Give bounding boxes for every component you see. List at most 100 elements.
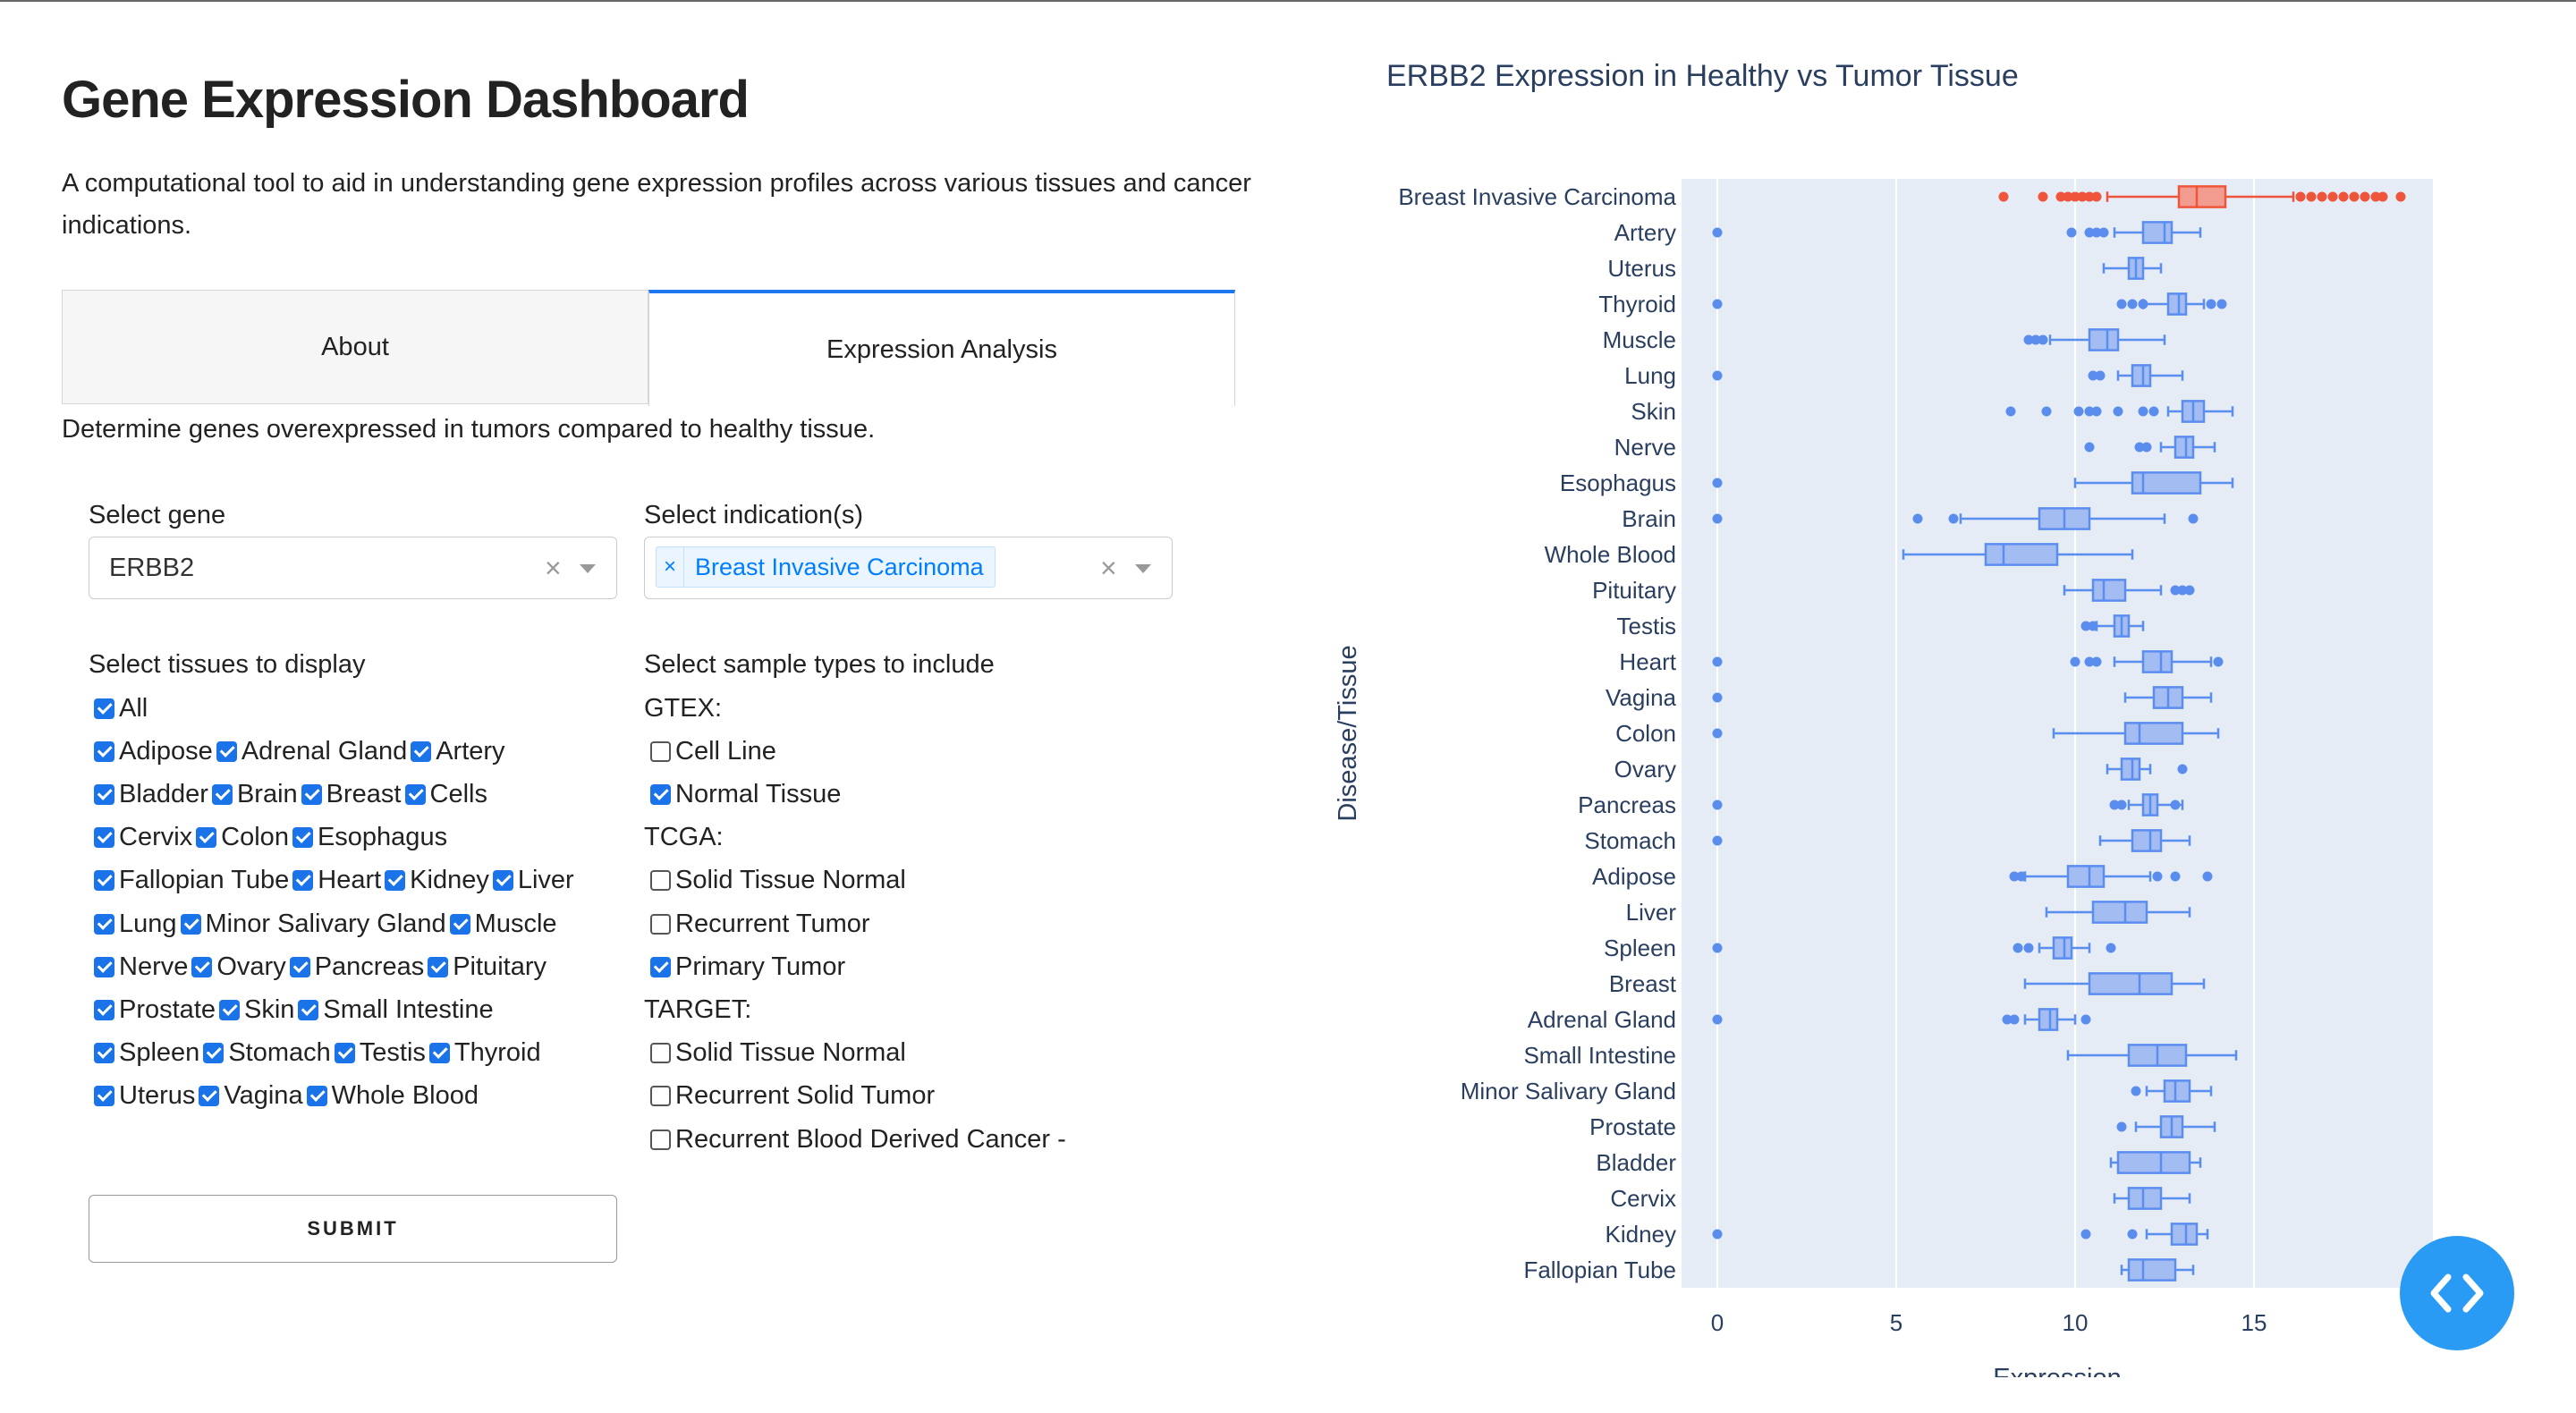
tissue-checkbox-breast[interactable]: Breast — [301, 780, 402, 809]
checkbox[interactable] — [492, 870, 513, 892]
checkbox[interactable] — [94, 913, 114, 935]
tissue-checkbox-pancreas[interactable]: Pancreas — [289, 952, 424, 982]
checkbox[interactable] — [216, 740, 237, 762]
checkbox[interactable] — [650, 1129, 671, 1150]
code-toggle-button[interactable] — [2400, 1236, 2514, 1350]
tissue-checkbox-ovary[interactable]: Ovary — [191, 952, 286, 982]
y-axis-label: Disease/Tissue — [1334, 645, 1362, 821]
tissue-checkbox-prostate[interactable]: Prostate — [94, 995, 216, 1025]
checkbox[interactable] — [385, 870, 406, 892]
checkbox[interactable] — [94, 999, 114, 1020]
checkbox[interactable] — [94, 956, 114, 977]
checkbox[interactable] — [191, 956, 213, 977]
indication-select[interactable]: × Breast Invasive Carcinoma × — [644, 537, 1173, 599]
sample-checkbox-recurrent-tumor[interactable]: Recurrent Tumor — [650, 910, 870, 939]
tissue-checkbox-artery[interactable]: Artery — [411, 737, 505, 766]
tissue-checkbox-kidney[interactable]: Kidney — [385, 866, 489, 895]
tissue-checkbox-liver[interactable]: Liver — [492, 866, 574, 895]
checkbox[interactable] — [292, 827, 313, 849]
tissue-checkbox-stomach[interactable]: Stomach — [203, 1038, 331, 1068]
tissue-checkbox-lung[interactable]: Lung — [94, 910, 177, 939]
checkbox[interactable] — [219, 999, 240, 1020]
checkbox[interactable] — [180, 913, 201, 935]
checkbox[interactable] — [94, 1086, 114, 1107]
checkbox[interactable] — [298, 999, 319, 1020]
tissue-checkbox-small-intestine[interactable]: Small Intestine — [298, 995, 494, 1025]
checkbox[interactable] — [203, 1043, 225, 1064]
checkbox[interactable] — [94, 1043, 114, 1064]
checkbox[interactable] — [449, 913, 470, 935]
sample-checkbox-solid-tissue-normal[interactable]: Solid Tissue Normal — [650, 1038, 906, 1068]
tab-about[interactable]: About — [62, 290, 648, 404]
sample-checkbox-primary-tumor[interactable]: Primary Tumor — [650, 952, 845, 982]
tissue-checkbox-pituitary[interactable]: Pituitary — [428, 952, 547, 982]
checkbox-label: Muscle — [474, 909, 557, 938]
tissue-checkbox-fallopian-tube[interactable]: Fallopian Tube — [94, 866, 289, 895]
sample-option-row: Recurrent Solid Tumor — [650, 1079, 938, 1114]
tissue-checkbox-brain[interactable]: Brain — [211, 780, 298, 809]
checkbox[interactable] — [292, 870, 314, 892]
page-description: A computational tool to aid in understan… — [62, 169, 1251, 240]
tissue-checkbox-cells[interactable]: Cells — [404, 780, 487, 809]
checkbox[interactable] — [650, 1086, 671, 1107]
tissue-checkbox-cervix[interactable]: Cervix — [94, 823, 192, 852]
sample-checkbox-solid-tissue-normal[interactable]: Solid Tissue Normal — [650, 866, 906, 895]
tissue-checkbox-colon[interactable]: Colon — [196, 823, 289, 852]
checkbox[interactable] — [650, 913, 671, 935]
checkbox-label: Ovary — [216, 952, 286, 981]
tissue-checkbox-testis[interactable]: Testis — [334, 1038, 426, 1068]
tissue-checkbox-adrenal-gland[interactable]: Adrenal Gland — [216, 737, 407, 766]
checkbox[interactable] — [428, 1043, 450, 1064]
remove-chip-icon[interactable]: × — [657, 547, 684, 587]
checkbox[interactable] — [94, 870, 114, 892]
checkbox[interactable] — [94, 698, 114, 719]
tissue-checkbox-esophagus[interactable]: Esophagus — [292, 823, 447, 852]
tissue-checkbox-whole-blood[interactable]: Whole Blood — [306, 1081, 479, 1111]
checkbox[interactable] — [211, 783, 233, 805]
checkbox[interactable] — [428, 956, 449, 977]
tissue-checkbox-adipose[interactable]: Adipose — [94, 737, 213, 766]
gene-select[interactable]: ERBB2 × — [89, 537, 617, 599]
checkbox[interactable] — [301, 783, 322, 805]
checkbox[interactable] — [94, 740, 114, 762]
checkbox[interactable] — [289, 956, 310, 977]
checkbox[interactable] — [650, 956, 671, 977]
checkbox[interactable] — [334, 1043, 355, 1064]
tissue-checkbox-vagina[interactable]: Vagina — [199, 1081, 303, 1111]
clear-icon[interactable]: × — [545, 552, 562, 585]
submit-button[interactable]: SUBMIT — [89, 1195, 617, 1263]
sample-checkbox-recurrent-blood-derived-cancer[interactable]: Recurrent Blood Derived Cancer - — [650, 1125, 1066, 1155]
chevron-down-icon[interactable] — [1135, 564, 1151, 573]
checkbox[interactable] — [199, 1086, 220, 1107]
tissue-checkbox-thyroid[interactable]: Thyroid — [428, 1038, 541, 1068]
checkbox[interactable] — [94, 827, 114, 849]
tissue-checkbox-all[interactable]: All — [94, 694, 148, 723]
tissue-checkbox-bladder[interactable]: Bladder — [94, 780, 208, 809]
checkbox[interactable] — [94, 783, 114, 805]
checkbox[interactable] — [411, 740, 432, 762]
checkbox[interactable] — [404, 783, 426, 805]
checkbox[interactable] — [650, 740, 671, 762]
checkbox[interactable] — [196, 827, 217, 849]
checkbox[interactable] — [650, 1043, 671, 1064]
checkbox-label: Cervix — [119, 823, 193, 852]
tissue-checkbox-nerve[interactable]: Nerve — [94, 952, 188, 982]
tissue-checkbox-minor-salivary-gland[interactable]: Minor Salivary Gland — [180, 910, 446, 939]
tissue-checkbox-uterus[interactable]: Uterus — [94, 1081, 195, 1111]
checkbox-label: Nerve — [119, 952, 189, 981]
sample-checkbox-cell-line[interactable]: Cell Line — [650, 737, 776, 766]
clear-icon[interactable]: × — [1100, 552, 1117, 585]
tab-expression-analysis[interactable]: Expression Analysis — [648, 290, 1235, 406]
tissue-row: Lung Minor Salivary Gland Muscle — [94, 906, 561, 942]
tissue-checkbox-heart[interactable]: Heart — [292, 866, 381, 895]
tissue-checkbox-muscle[interactable]: Muscle — [449, 909, 557, 939]
sample-checkbox-normal-tissue[interactable]: Normal Tissue — [650, 780, 841, 809]
checkbox[interactable] — [650, 783, 671, 805]
tissue-checkbox-skin[interactable]: Skin — [219, 995, 294, 1025]
sample-checkbox-recurrent-solid-tumor[interactable]: Recurrent Solid Tumor — [650, 1081, 935, 1111]
checkbox[interactable] — [650, 870, 671, 892]
checkbox[interactable] — [306, 1086, 327, 1107]
chevron-down-icon[interactable] — [580, 564, 596, 573]
tissue-checkbox-spleen[interactable]: Spleen — [94, 1038, 199, 1068]
iqr-box — [2088, 972, 2174, 995]
